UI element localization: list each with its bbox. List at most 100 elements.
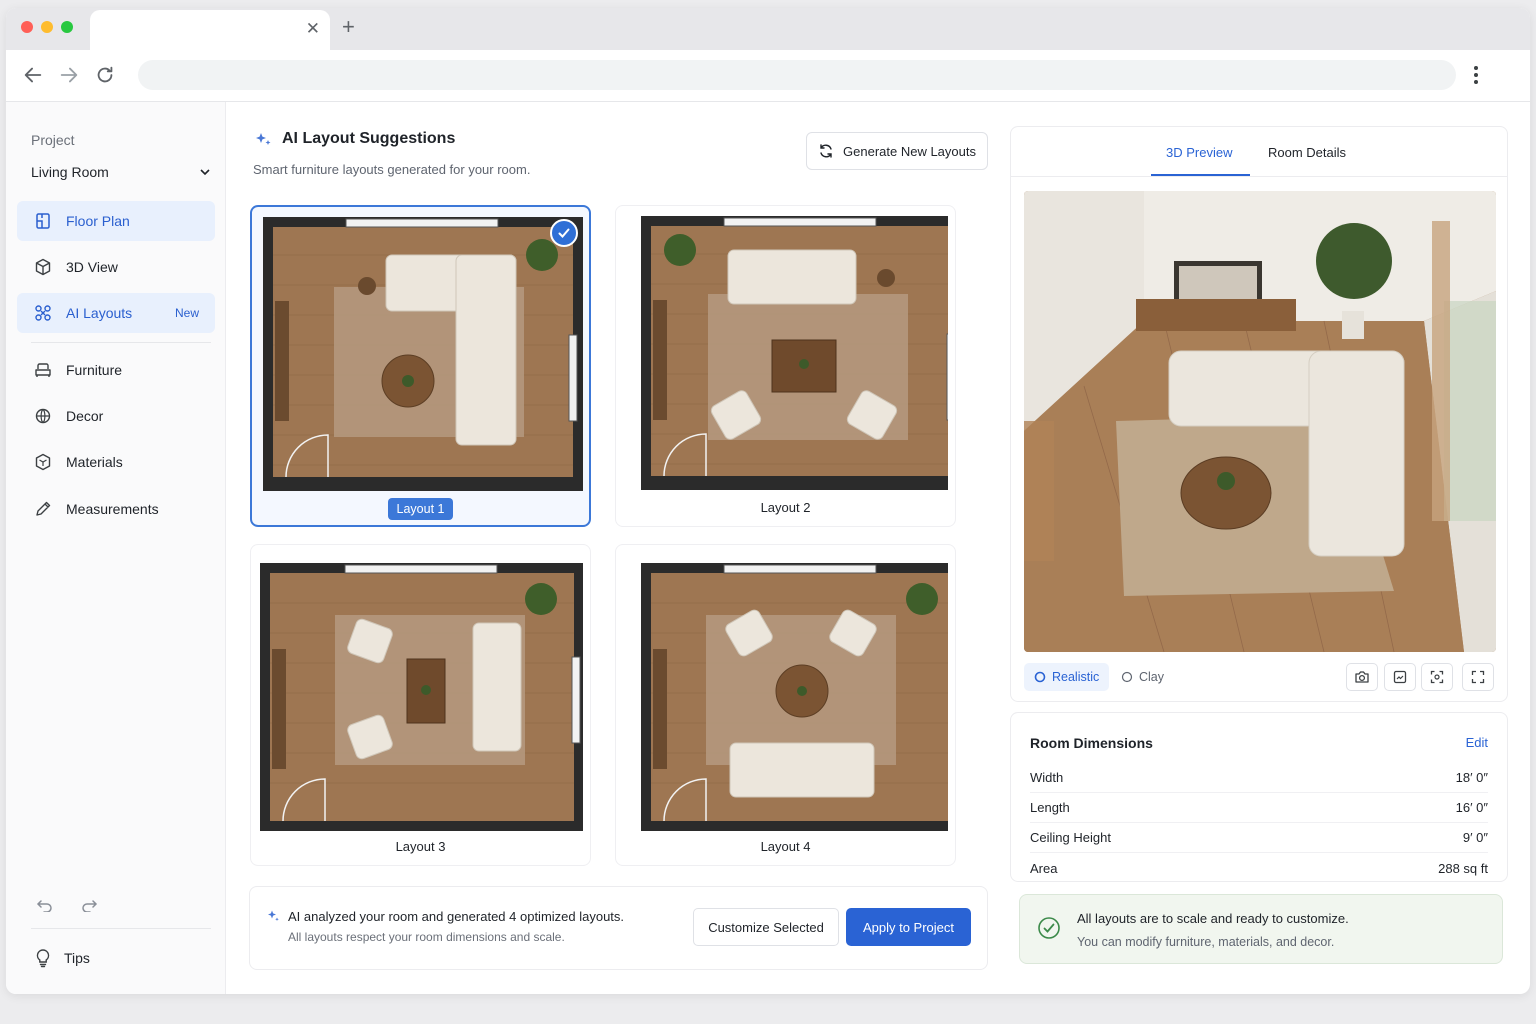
- minimize-window-button[interactable]: [41, 21, 53, 33]
- ai-summary-subtitle: All layouts respect your room dimensions…: [288, 930, 565, 944]
- customize-selected-button[interactable]: Customize Selected: [693, 908, 839, 946]
- layout-1-floor-plan: [263, 217, 583, 491]
- refresh-icon: [820, 144, 832, 158]
- redo-icon[interactable]: [80, 898, 98, 912]
- dimension-value: 18′ 0″: [1455, 770, 1488, 785]
- selected-check-icon: [550, 219, 578, 247]
- generate-label: Generate New Layouts: [843, 143, 976, 159]
- sidebar-item-furniture[interactable]: Furniture: [17, 350, 215, 390]
- sidebar-item-label: 3D View: [66, 259, 118, 275]
- ai-summary-bar: AI analyzed your room and generated 4 op…: [249, 886, 988, 970]
- undo-icon[interactable]: [36, 898, 54, 912]
- focus-button[interactable]: [1421, 663, 1453, 691]
- dimension-label: Width: [1030, 770, 1064, 785]
- room-dimensions-panel: Room Dimensions Edit Width 18′ 0″ Length…: [1010, 712, 1508, 882]
- project-label: Project: [31, 132, 75, 148]
- layout-4-floor-plan: [641, 563, 948, 831]
- sidebar-item-label: AI Layouts: [66, 305, 133, 321]
- layout-label-text: Layout 1: [387, 498, 454, 520]
- decor-icon: [35, 408, 51, 424]
- tab-room-details[interactable]: Room Details: [1268, 145, 1346, 160]
- browser-toolbar: [6, 50, 1530, 102]
- project-select[interactable]: Living Room: [31, 160, 211, 184]
- new-badge: New: [174, 306, 199, 320]
- clay-mode-toggle[interactable]: Clay: [1111, 663, 1174, 691]
- sidebar-item-label: Materials: [66, 454, 123, 470]
- layout-label: Layout 2: [760, 500, 811, 515]
- sidebar-item-label: Floor Plan: [66, 213, 130, 229]
- generate-new-layouts-button[interactable]: Generate New Layouts: [806, 132, 988, 170]
- sidebar-item-measurements[interactable]: Measurements: [17, 489, 215, 529]
- reload-icon[interactable]: [94, 64, 116, 86]
- radio-selected-icon: [1034, 671, 1046, 683]
- browser-tab[interactable]: ✕: [90, 10, 330, 50]
- page-title-text: AI Layout Suggestions: [282, 130, 456, 147]
- history-controls: [36, 898, 98, 912]
- tips-button[interactable]: Tips: [34, 948, 90, 968]
- sidebar: Project Living Room Floor Plan 3D View A…: [6, 102, 226, 994]
- maximize-window-button[interactable]: [61, 21, 73, 33]
- tips-label: Tips: [64, 950, 90, 966]
- tab-divider: [1011, 176, 1507, 177]
- sidebar-item-label: Decor: [66, 408, 104, 424]
- floor-plan-icon: [36, 213, 50, 229]
- dimension-row-width: Width 18′ 0″: [1030, 763, 1488, 793]
- dimension-value: 16′ 0″: [1455, 800, 1488, 815]
- sidebar-item-3d-view[interactable]: 3D View: [17, 247, 215, 287]
- edit-dimensions-link[interactable]: Edit: [1466, 735, 1488, 750]
- layout-card-3[interactable]: Layout 3: [250, 544, 591, 866]
- check-circle-icon: [1038, 917, 1060, 939]
- sidebar-divider: [31, 928, 211, 929]
- fullscreen-button[interactable]: [1462, 663, 1494, 691]
- sidebar-item-floor-plan[interactable]: Floor Plan: [17, 201, 215, 241]
- layout-card-1[interactable]: Layout 1: [250, 205, 591, 527]
- layout-2-floor-plan: [641, 216, 948, 490]
- more-menu-icon[interactable]: [1468, 62, 1484, 88]
- camera-icon: [1355, 671, 1369, 683]
- project-select-value: Living Room: [31, 164, 109, 180]
- dimension-label: Area: [1030, 860, 1058, 876]
- layout-label: Layout 4: [760, 839, 811, 854]
- dimension-label: Length: [1030, 800, 1070, 815]
- dimension-label: Ceiling Height: [1030, 830, 1111, 845]
- address-bar[interactable]: [138, 60, 1456, 90]
- snapshot-button[interactable]: [1384, 663, 1416, 691]
- sidebar-item-decor[interactable]: Decor: [17, 396, 215, 436]
- dimension-value: 9′ 0″: [1462, 830, 1488, 845]
- sidebar-divider: [31, 342, 211, 343]
- dimension-value: 288 sq ft: [1438, 860, 1488, 876]
- cube-icon: [35, 258, 51, 276]
- ai-summary-title: AI analyzed your room and generated 4 op…: [288, 909, 625, 924]
- sidebar-item-ai-layouts[interactable]: AI Layouts New: [17, 293, 215, 333]
- pencil-icon: [36, 501, 51, 516]
- sparkle-icon: [268, 910, 279, 921]
- layout-card-4[interactable]: Layout 4: [615, 544, 956, 866]
- room-dimensions-title: Room Dimensions: [1030, 735, 1153, 751]
- apply-to-project-button[interactable]: Apply to Project: [846, 908, 971, 946]
- page-title: AI Layout Suggestions: [254, 130, 455, 148]
- layout-card-2[interactable]: Layout 2: [615, 205, 956, 527]
- radio-unselected-icon: [1121, 671, 1133, 683]
- sidebar-item-label: Furniture: [66, 362, 123, 378]
- dimension-row-length: Length 16′ 0″: [1030, 793, 1488, 823]
- lightbulb-icon: [36, 949, 50, 968]
- dimension-row-ceiling-height: Ceiling Height 9′ 0″: [1030, 823, 1488, 853]
- active-tab-indicator: [1151, 174, 1250, 176]
- tab-bar: ✕ +: [6, 8, 1530, 50]
- layout-label: Layout 1: [252, 498, 589, 520]
- sidebar-item-materials[interactable]: Materials: [17, 442, 215, 482]
- dimension-row-area: Area 288 sq ft: [1030, 853, 1488, 883]
- close-window-button[interactable]: [21, 21, 33, 33]
- armchair-icon: [35, 363, 51, 377]
- browser-window: ✕ + Project Living Room Floor Plan 3D Vi…: [6, 8, 1530, 994]
- realistic-mode-toggle[interactable]: Realistic: [1024, 663, 1110, 691]
- layout-3-floor-plan: [260, 563, 583, 831]
- forward-arrow-icon[interactable]: [58, 64, 80, 86]
- snapshot-icon: [1393, 670, 1407, 684]
- close-icon[interactable]: ✕: [306, 19, 320, 39]
- back-arrow-icon[interactable]: [22, 64, 44, 86]
- tab-3d-preview[interactable]: 3D Preview: [1166, 145, 1232, 160]
- camera-button[interactable]: [1346, 663, 1378, 691]
- new-tab-plus-icon[interactable]: +: [342, 14, 355, 40]
- 3d-room-render[interactable]: [1024, 191, 1496, 652]
